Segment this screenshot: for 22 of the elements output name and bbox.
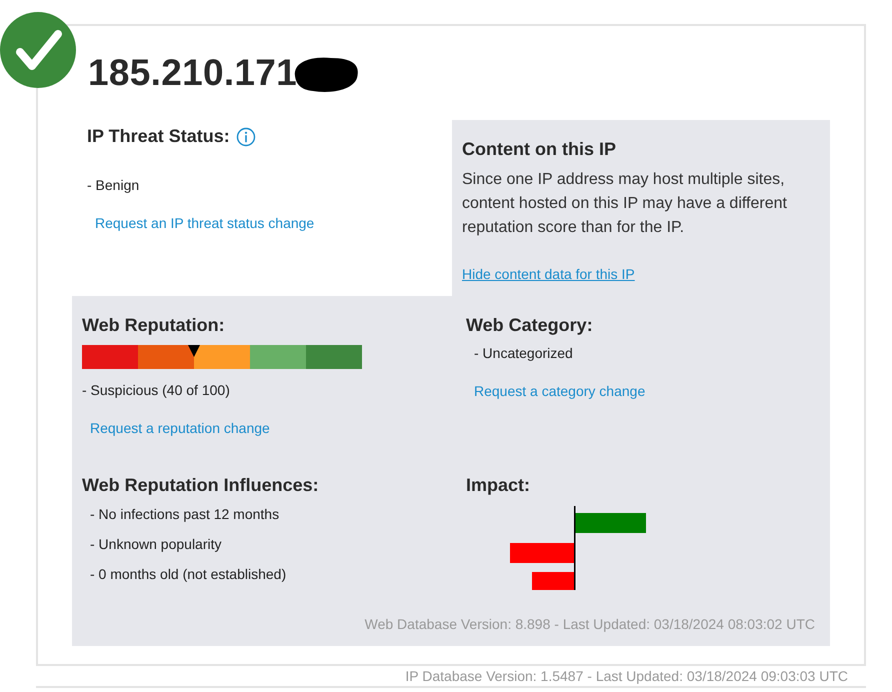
content-description: Since one IP address may host multiple sites, content hosted on this IP may have a different reputation score than for the IP. — [462, 170, 788, 238]
threat-status-value: - Benign — [87, 177, 140, 193]
influence-item: - Unknown popularity — [89, 535, 223, 554]
section-heading: Web Reputation: — [82, 315, 226, 336]
reputation-value: - Suspicious (40 of 100) — [82, 382, 231, 398]
reputation-change-link[interactable]: Request a reputation change — [90, 420, 270, 436]
section-heading: Impact: — [466, 475, 532, 496]
info-icon[interactable] — [236, 126, 256, 146]
category-change-link[interactable]: Request a category change — [474, 383, 646, 399]
web-database-version: Web Database Version: 8.898 - Last Updated: 03/18/2024 08:03:02 UTC — [364, 616, 815, 634]
ip-database-version: IP Database Version: 1.5487 - Last Updated: 03/18/2024 09:03:03 UTC — [404, 668, 848, 684]
check-icon — [0, 12, 76, 88]
influence-item: - 0 months old (not established) — [89, 565, 288, 584]
section-heading: Content on this IP — [462, 139, 617, 160]
ip-address-title: 185.210.171 — [88, 52, 298, 94]
hide-content-link[interactable]: Hide content data for this IP — [462, 266, 635, 282]
section-heading: Web Reputation Influences: — [82, 475, 320, 496]
influence-item: - No infections past 12 months — [89, 505, 280, 524]
threat-change-link[interactable]: Request an IP threat status change — [95, 215, 314, 231]
section-heading: Web Category: — [466, 315, 594, 336]
section-heading: IP Threat Status: — [87, 126, 230, 147]
category-value: - Uncategorized — [474, 345, 574, 361]
